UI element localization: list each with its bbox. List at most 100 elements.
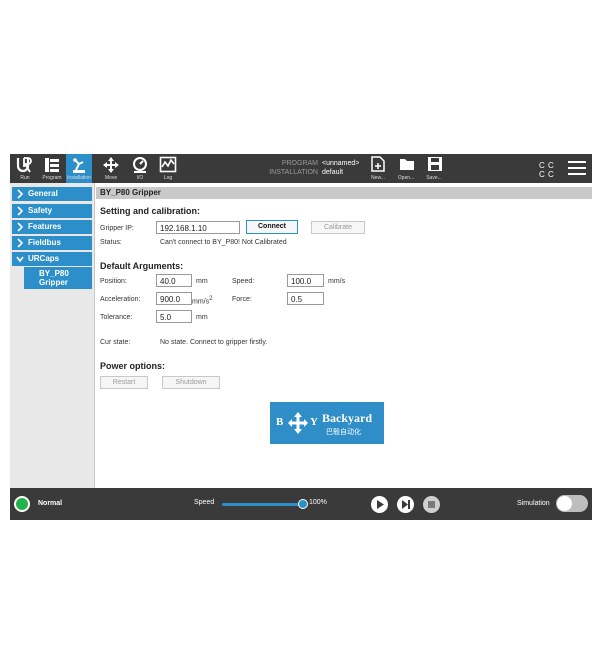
tolerance-unit: mm [196, 314, 208, 321]
status-value: Can't connect to BY_P80! Not Calibrated [160, 239, 287, 246]
nav-io-label: I/O [136, 175, 144, 181]
status-label: Status: [100, 239, 122, 246]
top-bar: Run Program Installation Move I/O Log PR… [10, 154, 592, 183]
stop-button[interactable] [423, 496, 440, 513]
nav-installation[interactable]: Installation [66, 154, 92, 183]
svg-text:C: C [548, 170, 554, 179]
power-options-heading: Power options: [100, 361, 165, 371]
panel-title: BY_P80 Gripper [100, 188, 161, 197]
chevron-right-icon [17, 222, 24, 232]
bottom-bar: Normal Speed 100% Simulation [10, 488, 592, 520]
force-input[interactable]: 0.5 [287, 292, 324, 305]
installation-sidebar: General Safety Features Fieldbus URCaps … [10, 183, 95, 488]
sidebar-sub-label: BY_P80 Gripper [39, 269, 69, 287]
default-arguments-heading: Default Arguments: [100, 261, 184, 271]
hamburger-menu-icon[interactable] [568, 160, 586, 176]
gripper-ip-input[interactable]: 192.168.1.10 [156, 221, 240, 234]
io-icon [133, 157, 147, 173]
chevron-right-icon [17, 189, 24, 199]
play-button[interactable] [371, 496, 388, 513]
gripper-ip-label: Gripper IP: [100, 225, 134, 232]
program-icon [45, 158, 59, 172]
chevron-right-icon [17, 206, 24, 216]
sidebar-item-label: URCaps [28, 254, 60, 263]
acceleration-unit: mm/s2 [192, 296, 212, 305]
connect-button[interactable]: Connect [246, 220, 298, 234]
svg-text:C: C [539, 161, 545, 170]
sidebar-item-label: Features [28, 222, 62, 231]
simulation-toggle[interactable] [556, 495, 588, 512]
acceleration-input[interactable]: 900.0 [156, 292, 192, 305]
robot-status-text: Normal [38, 500, 63, 507]
speed-slider-label: Speed [194, 499, 215, 506]
step-button[interactable] [397, 496, 414, 513]
force-label: Force: [232, 296, 252, 303]
cur-state-label: Cur state: [100, 339, 131, 346]
acceleration-label: Acceleration: [100, 296, 141, 303]
speed-slider-handle[interactable] [298, 499, 308, 509]
sidebar-item-features[interactable]: Features [12, 220, 92, 234]
nav-program-label: Program [42, 175, 62, 181]
cur-state-value: No state. Connect to gripper firstly. [160, 339, 268, 346]
restart-button[interactable]: Restart [100, 376, 148, 389]
position-input[interactable]: 40.0 [156, 274, 192, 287]
logo-subtitle: 巴彀自动化 [326, 429, 361, 436]
position-unit: mm [196, 278, 208, 285]
save-label: Save... [426, 175, 442, 181]
shutdown-button[interactable]: Shutdown [162, 376, 220, 389]
acceleration-unit-exponent: 2 [209, 296, 213, 302]
log-icon [159, 156, 177, 173]
play-icon [377, 500, 384, 509]
sidebar-item-label: General [28, 189, 58, 198]
program-info: PROGRAM <unnamed> INSTALLATION default [262, 159, 359, 177]
nav-move[interactable]: Move [98, 154, 124, 183]
calibrate-button[interactable]: Calibrate [311, 221, 365, 234]
logo-arrows-icon [288, 412, 308, 434]
tolerance-label: Tolerance: [100, 314, 133, 321]
urcap-panel: BY_P80 Gripper Setting and calibration: … [96, 183, 592, 488]
setting-heading: Setting and calibration: [100, 206, 201, 216]
backyard-logo: B Y Backyard 巴彀自动化 [270, 402, 384, 444]
speed-input[interactable]: 100.0 [287, 274, 324, 287]
sidebar-item-label: Fieldbus [28, 238, 61, 247]
save-button[interactable]: Save... [422, 154, 446, 183]
sidebar-item-general[interactable]: General [12, 187, 92, 201]
nav-program[interactable]: Program [39, 154, 65, 183]
speed-value: 100% [309, 499, 327, 506]
svg-text:C: C [539, 170, 545, 179]
open-label: Open... [397, 175, 415, 181]
sidebar-item-urcaps[interactable]: URCaps [12, 252, 92, 266]
speed-slider[interactable] [222, 503, 302, 506]
move-icon [103, 157, 119, 173]
cc-icon[interactable]: C C C C [538, 159, 556, 179]
new-button[interactable]: New... [366, 154, 390, 183]
chevron-down-icon [16, 256, 24, 263]
nav-log[interactable]: Log [155, 154, 181, 183]
simulation-label: Simulation [517, 500, 550, 507]
open-folder-icon [400, 159, 414, 170]
panel-title-bar: BY_P80 Gripper [96, 187, 592, 199]
logo-letter-y: Y [310, 416, 318, 428]
installation-name: default [322, 169, 344, 176]
program-name: <unnamed> [322, 160, 360, 167]
logo-letter-b: B [276, 416, 284, 428]
ur-logo-icon [16, 157, 32, 173]
robot-status-icon[interactable] [14, 496, 30, 512]
nav-log-label: Log [163, 175, 173, 181]
open-button[interactable]: Open... [394, 154, 418, 183]
svg-text:C: C [548, 161, 554, 170]
nav-io[interactable]: I/O [127, 154, 153, 183]
sidebar-item-by-p80-gripper[interactable]: BY_P80 Gripper [24, 267, 92, 289]
sidebar-item-label: Safety [28, 206, 53, 215]
program-key: PROGRAM [281, 160, 318, 167]
sidebar-item-fieldbus[interactable]: Fieldbus [12, 236, 92, 250]
tolerance-input[interactable]: 5.0 [156, 310, 192, 323]
sidebar-item-safety[interactable]: Safety [12, 204, 92, 218]
acceleration-unit-text: mm/s [192, 298, 210, 306]
step-icon [402, 500, 410, 509]
nav-run[interactable]: Run [12, 154, 38, 183]
stop-icon [428, 501, 435, 508]
save-icon [428, 157, 442, 171]
position-label: Position: [100, 278, 127, 285]
speed-unit: mm/s [328, 278, 346, 285]
